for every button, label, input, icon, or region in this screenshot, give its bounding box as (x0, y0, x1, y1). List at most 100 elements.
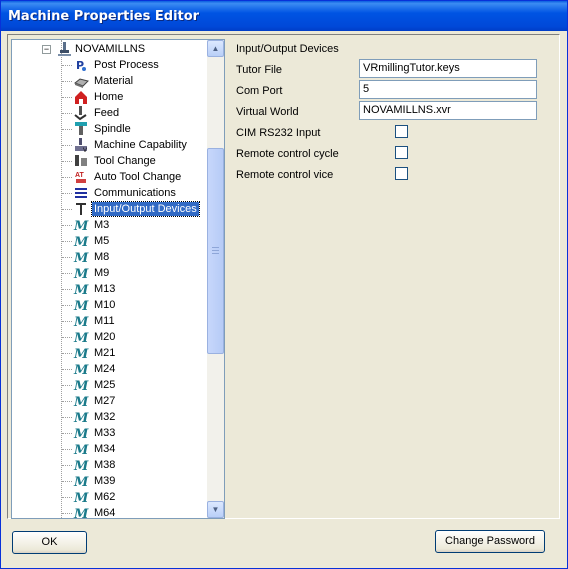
tree-item-m34[interactable]: M M34 (12, 441, 208, 458)
tree-item-post-process[interactable]: P Post Process (12, 57, 208, 73)
tree-connector (62, 161, 72, 162)
tree-connector (62, 465, 72, 466)
svg-text:M: M (73, 315, 89, 329)
tree-item-m32[interactable]: M M32 (12, 409, 208, 426)
tree-item-m27[interactable]: M M27 (12, 393, 208, 410)
svg-text:M: M (73, 395, 89, 409)
tree-connector (62, 369, 72, 370)
tree-connector (62, 449, 72, 450)
tutor-file-field[interactable]: VRmillingTutor.keys (359, 59, 537, 78)
tree-item-label: Auto Tool Change (94, 171, 182, 183)
tree-item-m21[interactable]: M M21 (12, 345, 208, 362)
tree-item-label: Communications (94, 187, 176, 199)
tree-item-communications[interactable]: Communications (12, 185, 208, 201)
m-code-icon: M (73, 281, 89, 298)
tree-item-m33[interactable]: M M33 (12, 425, 208, 442)
scroll-down-button[interactable]: ▼ (207, 501, 224, 518)
tree-item-m8[interactable]: M M8 (12, 249, 208, 266)
io-devices-icon (73, 201, 89, 217)
scroll-thumb[interactable] (207, 148, 224, 354)
tree-connector (62, 145, 72, 146)
tree-item-m24[interactable]: M M24 (12, 361, 208, 378)
tree-item-label: M25 (94, 379, 116, 391)
remote-cycle-checkbox[interactable] (395, 146, 408, 159)
tree-connector (62, 241, 72, 242)
tree-connector (62, 97, 72, 98)
material-icon (73, 73, 89, 89)
tree-item-m10[interactable]: M M10 (12, 297, 208, 314)
post-process-icon: P (73, 57, 89, 73)
tree-connector (62, 417, 72, 418)
tree-item-m13[interactable]: M M13 (12, 281, 208, 298)
svg-text:M: M (73, 363, 89, 377)
tree-item-m38[interactable]: M M38 (12, 457, 208, 474)
svg-text:M: M (73, 459, 89, 473)
tree-connector (62, 497, 72, 498)
tree-item-label: M24 (94, 363, 116, 375)
tree-item-label: M8 (94, 251, 110, 263)
tree-item-tool-change[interactable]: Tool Change (12, 153, 208, 169)
tree-item-label: M33 (94, 427, 116, 439)
svg-text:M: M (73, 475, 89, 489)
scroll-up-button[interactable]: ▲ (207, 40, 224, 57)
tree-item-spindle[interactable]: Spindle (12, 121, 208, 137)
tree-item-m3[interactable]: M M3 (12, 217, 208, 234)
virtual-world-field[interactable]: NOVAMILLNS.xvr (359, 101, 537, 120)
tree-connector (62, 177, 72, 178)
tree-connector (62, 225, 72, 226)
auto-tool-change-icon: AT (73, 169, 89, 185)
com-port-label: Com Port (236, 85, 283, 97)
tree-scrollbar[interactable]: ▲ ▼ (207, 40, 224, 518)
tree-connector (62, 273, 72, 274)
tree-item-label: M9 (94, 267, 110, 279)
tree-connector (62, 337, 72, 338)
svg-text:M: M (73, 219, 89, 233)
tree-item-label: M5 (94, 235, 110, 247)
machine-icon (56, 41, 72, 57)
tree-item-m9[interactable]: M M9 (12, 265, 208, 282)
tree-item-m5[interactable]: M M5 (12, 233, 208, 250)
tree-item-m64[interactable]: M M64 (12, 505, 208, 519)
remote-vice-label: Remote control vice (236, 169, 334, 181)
change-password-button[interactable]: Change Password (435, 530, 545, 553)
tree-root-novamillns[interactable]: − NOVAMILLNS (12, 41, 208, 57)
tree-connector (62, 481, 72, 482)
tree-item-machine-capability[interactable]: V Machine Capability (12, 137, 208, 154)
remote-vice-checkbox[interactable] (395, 167, 408, 180)
tree-item-label: M11 (94, 315, 115, 327)
scroll-grip-icon (212, 247, 219, 254)
tree-item-input-output-devices[interactable]: Input/Output Devices (12, 201, 208, 217)
title-bar: Machine Properties Editor (1, 1, 567, 31)
tree-connector (62, 209, 72, 210)
cim-rs232-checkbox[interactable] (395, 125, 408, 138)
tree-connector (62, 433, 72, 434)
com-port-field[interactable]: 5 (359, 80, 537, 99)
svg-text:M: M (73, 507, 89, 519)
virtual-world-label: Virtual World (236, 106, 299, 118)
m-code-icon: M (73, 313, 89, 330)
tree-connector (62, 289, 72, 290)
tree-connector (62, 193, 72, 194)
tree-item-label: M34 (94, 443, 116, 455)
m-code-icon: M (73, 233, 89, 250)
tree-item-feed[interactable]: Feed (12, 105, 208, 121)
tree-item-label: Machine Capability (94, 139, 187, 151)
tree-item-material[interactable]: Material (12, 73, 208, 89)
tree-connector (62, 257, 72, 258)
tree-connector (62, 353, 72, 354)
svg-text:M: M (73, 331, 89, 345)
tree-item-label: M39 (94, 475, 116, 487)
tree-item-m11[interactable]: M M11 (12, 313, 208, 330)
tree-item-m25[interactable]: M M25 (12, 377, 208, 394)
tree-item-label: M3 (94, 219, 110, 231)
tree-item-m20[interactable]: M M20 (12, 329, 208, 346)
svg-text:M: M (73, 411, 89, 425)
svg-text:M: M (73, 235, 89, 249)
collapse-toggle-icon[interactable]: − (42, 45, 51, 54)
tree-item-m39[interactable]: M M39 (12, 473, 208, 490)
ok-button[interactable]: OK (12, 531, 87, 554)
tree-item-home[interactable]: Home (12, 89, 208, 105)
machine-tree[interactable]: − NOVAMILLNS P Post Process Material Home Fe… (11, 39, 225, 519)
tree-item-auto-tool-change[interactable]: AT Auto Tool Change (12, 169, 208, 185)
tree-item-m62[interactable]: M M62 (12, 489, 208, 506)
